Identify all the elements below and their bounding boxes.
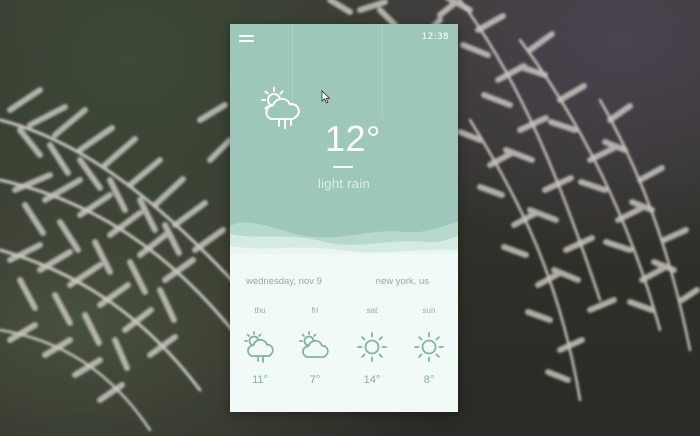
- forecast-temperature: 14°: [363, 374, 381, 386]
- forecast-temperature: 8°: [423, 374, 435, 386]
- sun-icon: [357, 332, 387, 362]
- current-location[interactable]: new york, us: [376, 276, 429, 287]
- menu-icon-bar: [239, 40, 254, 42]
- forecast-temperature: 7°: [309, 374, 321, 386]
- temperature-underline: [333, 166, 353, 168]
- current-temperature: 12°: [325, 118, 381, 159]
- forecast-day-label: sun: [422, 306, 436, 315]
- status-bar: 12:38: [230, 24, 458, 52]
- sun-icon: [414, 332, 444, 362]
- cloud-rain-sun-icon: [244, 331, 274, 363]
- weather-condition: light rain: [317, 176, 371, 191]
- mouse-cursor-icon: [321, 90, 331, 104]
- forecast-temperature: 11°: [252, 374, 268, 386]
- weather-app-window: 12:38 12° light rain wednesday, nov 9 ne…: [230, 24, 458, 412]
- menu-button[interactable]: [239, 34, 254, 44]
- current-date: wednesday, nov 9: [246, 276, 322, 287]
- menu-icon-bar: [239, 35, 254, 37]
- cloud-sun-icon: [299, 331, 329, 358]
- forecast-day-label: thu: [254, 306, 266, 315]
- clock-time: 12:38: [421, 32, 449, 42]
- forecast-day-label: fri: [311, 306, 319, 315]
- forecast-day-label: sat: [366, 306, 378, 315]
